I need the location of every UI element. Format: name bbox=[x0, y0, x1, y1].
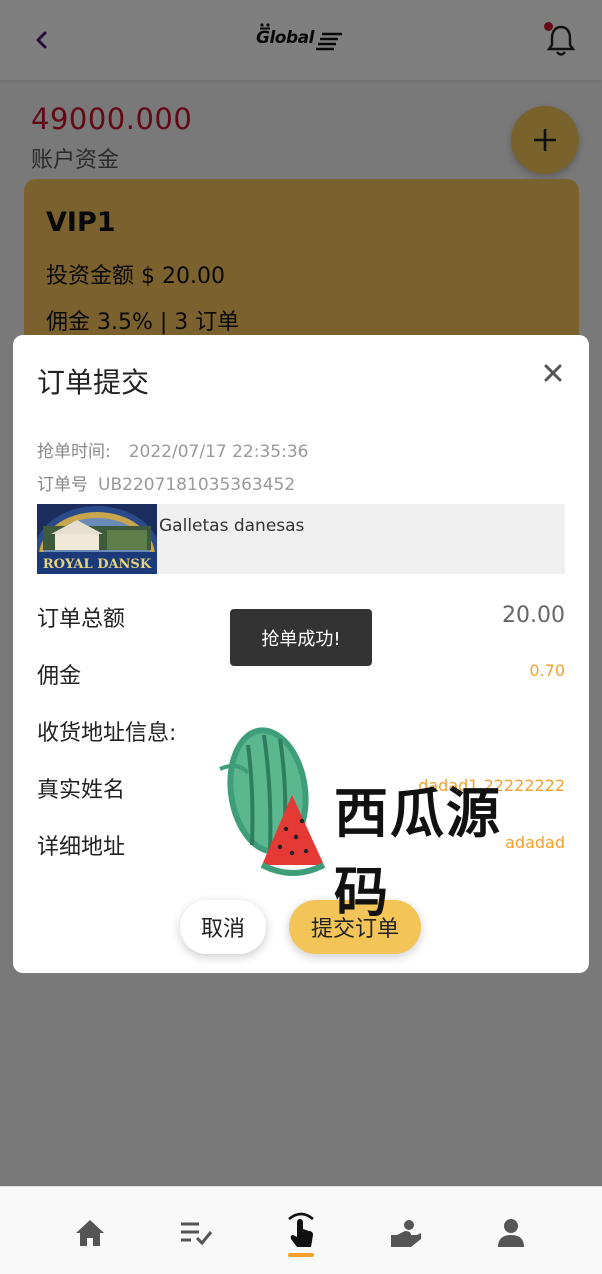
cancel-button[interactable]: 取消 bbox=[180, 900, 266, 954]
order-number: 订单号 UB2207181035363452 bbox=[37, 470, 295, 495]
order-list-icon bbox=[181, 1222, 213, 1246]
product-image-text: ROYAL DANSK bbox=[43, 557, 152, 572]
home-icon bbox=[76, 1220, 104, 1246]
bottom-navigation bbox=[0, 1186, 602, 1274]
order-number-value: UB2207181035363452 bbox=[98, 475, 296, 495]
product-name-box: Galletas danesas bbox=[157, 504, 565, 574]
watermark: 西瓜源码 bbox=[218, 725, 518, 924]
product-name: Galletas danesas bbox=[159, 516, 305, 536]
watermelon-logo-icon bbox=[219, 727, 326, 876]
order-total-value: 20.00 bbox=[502, 603, 565, 628]
grab-time-label: 抢单时间: bbox=[37, 442, 111, 462]
nav-orders[interactable] bbox=[176, 1213, 216, 1253]
user-icon bbox=[498, 1219, 524, 1247]
product-image: ROYAL DANSK bbox=[37, 504, 157, 574]
nav-active-indicator bbox=[288, 1253, 314, 1257]
wallet-icon bbox=[391, 1220, 421, 1247]
nav-profile[interactable] bbox=[491, 1213, 531, 1253]
modal-title: 订单提交 bbox=[37, 366, 150, 399]
nav-wallet[interactable] bbox=[386, 1213, 426, 1253]
real-name-label: 真实姓名 bbox=[37, 778, 126, 803]
grab-order-icon bbox=[288, 1212, 314, 1247]
watermark-text: 西瓜源码 bbox=[334, 782, 502, 924]
success-toast: 抢单成功! bbox=[230, 609, 372, 666]
commission-value: 0.70 bbox=[529, 661, 565, 680]
grab-time-value: 2022/07/17 22:35:36 bbox=[128, 442, 309, 462]
order-number-label: 订单号 bbox=[37, 475, 88, 495]
grab-time: 抢单时间: 2022/07/17 22:35:36 bbox=[37, 437, 308, 462]
close-icon[interactable] bbox=[543, 363, 567, 387]
commission-label: 佣金 bbox=[37, 664, 82, 689]
detail-address-label: 详细地址 bbox=[37, 835, 126, 860]
nav-home[interactable] bbox=[70, 1213, 110, 1253]
order-total-label: 订单总额 bbox=[37, 607, 126, 632]
address-info-label: 收货地址信息: bbox=[37, 721, 177, 746]
nav-grab-order[interactable] bbox=[281, 1209, 321, 1249]
product-row: ROYAL DANSK Galletas danesas bbox=[37, 504, 565, 574]
